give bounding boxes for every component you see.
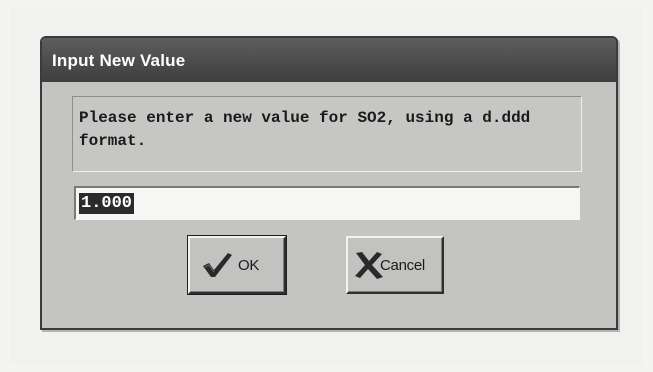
value-input-field[interactable]: 1.000 [74,186,580,220]
ok-button[interactable]: OK [187,235,287,295]
message-panel: Please enter a new value for SO2, using … [72,96,582,172]
input-new-value-dialog: Input New Value Please enter a new value… [40,36,618,330]
checkmark-icon [203,253,232,277]
dialog-titlebar[interactable]: Input New Value [42,38,616,82]
dialog-body: Please enter a new value for SO2, using … [42,82,616,328]
prompt-message: Please enter a new value for SO2, using … [79,109,531,150]
cancel-button[interactable]: Cancel [346,236,444,294]
value-input-text[interactable]: 1.000 [79,193,135,214]
dialog-title: Input New Value [52,51,186,70]
cancel-button-label: Cancel [380,257,425,274]
ok-button-label: OK [238,257,260,274]
